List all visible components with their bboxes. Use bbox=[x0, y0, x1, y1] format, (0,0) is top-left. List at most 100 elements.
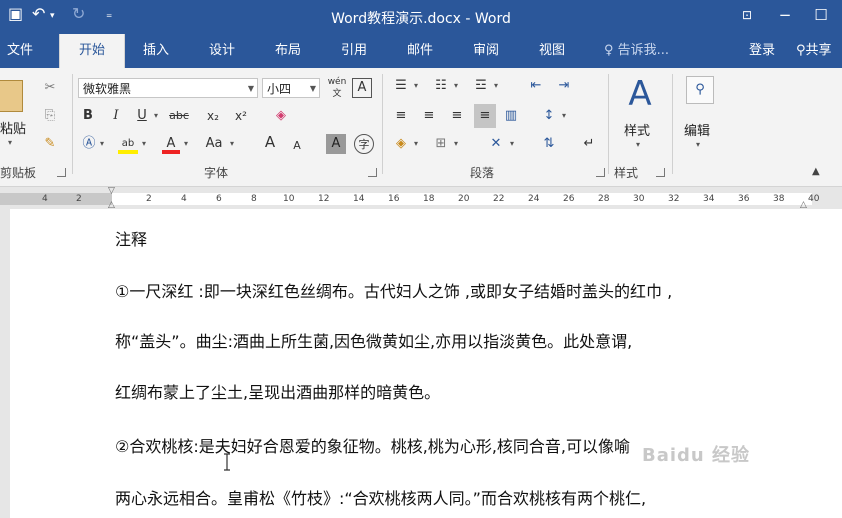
ruler-number: 32 bbox=[668, 194, 680, 204]
char-border-button[interactable]: A bbox=[352, 78, 372, 98]
chevron-down-icon[interactable]: ▾ bbox=[152, 106, 160, 126]
show-marks-icon[interactable]: ↵ bbox=[580, 134, 598, 154]
chevron-down-icon[interactable]: ▾ bbox=[182, 134, 190, 154]
tab-layout[interactable]: 布局 bbox=[264, 34, 312, 68]
ruler-number: 20 bbox=[458, 194, 470, 204]
minimize-icon[interactable]: − bbox=[772, 4, 798, 26]
ribbon-display-icon[interactable]: ⊡ bbox=[734, 4, 760, 26]
phonetic-guide-button[interactable]: wén 文 bbox=[326, 76, 348, 99]
document-line[interactable]: 称“盖头”。曲尘:酒曲上所生菌,因色微黄如尘,亦用以指淡黄色。此处意谓, bbox=[115, 328, 632, 352]
styles-launcher-icon[interactable] bbox=[656, 168, 665, 177]
line-spacing-icon[interactable]: ↕ bbox=[540, 106, 558, 126]
shrink-font-button[interactable]: A bbox=[290, 136, 304, 156]
align-center-icon[interactable]: ≡ bbox=[420, 106, 438, 126]
tab-insert[interactable]: 插入 bbox=[132, 34, 180, 68]
superscript-button[interactable]: x² bbox=[232, 106, 250, 126]
clear-formatting-icon[interactable]: ◈ bbox=[270, 106, 292, 126]
share-button[interactable]: ⚲共享 bbox=[796, 34, 842, 68]
font-name-combo[interactable]: 微软雅黑 ▼ bbox=[78, 78, 258, 98]
chevron-down-icon[interactable]: ▾ bbox=[140, 134, 148, 154]
tab-design[interactable]: 设计 bbox=[198, 34, 246, 68]
chevron-down-icon[interactable]: ▾ bbox=[412, 76, 420, 96]
font-color-icon[interactable]: A bbox=[162, 134, 180, 154]
text-effects-icon[interactable]: Ⓐ bbox=[80, 134, 98, 154]
distributed-icon[interactable]: ▥ bbox=[502, 106, 520, 126]
styles-button[interactable]: 样式 bbox=[624, 120, 650, 139]
paste-icon[interactable] bbox=[0, 80, 23, 112]
align-left-icon[interactable]: ≡ bbox=[392, 106, 410, 126]
ruler-number: 22 bbox=[493, 194, 505, 204]
document-line[interactable]: 两心永远相合。皇甫松《竹枝》:“合欢桃核两人同。”而合欢桃核有两个桃仁, bbox=[115, 485, 646, 509]
ruler-number: 38 bbox=[773, 194, 785, 204]
tab-review[interactable]: 审阅 bbox=[462, 34, 510, 68]
document-line[interactable]: 红绸布蒙上了尘土,呈现出酒曲那样的暗黄色。 bbox=[115, 379, 440, 403]
change-case-button[interactable]: Aa bbox=[202, 134, 226, 154]
increase-indent-icon[interactable]: ⇥ bbox=[554, 76, 574, 96]
document-line[interactable]: ②合欢桃核:是夫妇好合恩爱的象征物。桃核,桃为心形,核同合音,可以像喻 bbox=[115, 433, 630, 457]
grow-font-button[interactable]: A bbox=[262, 132, 278, 152]
tab-view[interactable]: 视图 bbox=[528, 34, 576, 68]
paragraph-launcher-icon[interactable] bbox=[596, 168, 605, 177]
chevron-down-icon[interactable]: ▾ bbox=[508, 134, 516, 154]
tab-mailings[interactable]: 邮件 bbox=[396, 34, 444, 68]
borders-icon[interactable]: ⊞ bbox=[432, 134, 450, 154]
chevron-down-icon[interactable]: ▾ bbox=[560, 106, 568, 126]
chevron-down-icon[interactable]: ▾ bbox=[98, 134, 106, 154]
collapse-ribbon-icon[interactable]: ▲ bbox=[812, 166, 820, 177]
chevron-down-icon[interactable]: ▾ bbox=[228, 134, 236, 154]
paste-dropdown-icon[interactable]: ▾ bbox=[8, 138, 12, 147]
search-icon[interactable]: ⚲ bbox=[686, 76, 714, 104]
justify-icon[interactable]: ≡ bbox=[474, 104, 496, 128]
cut-icon[interactable]: ✂ bbox=[40, 78, 60, 98]
horizontal-ruler[interactable]: 4 2 2 4 6 8 10 12 14 16 18 20 22 24 26 2… bbox=[0, 187, 842, 210]
chinese-layout-icon[interactable]: ✕ bbox=[486, 134, 506, 154]
title-bar: ▣ ↶ ▾ ↻ ₌ Word教程演示.docx - Word ⊡ − ☐ bbox=[0, 0, 842, 34]
paste-label[interactable]: 粘贴 bbox=[0, 118, 26, 137]
bold-button[interactable]: B bbox=[80, 106, 96, 126]
sort-icon[interactable]: ⇅ bbox=[540, 134, 558, 154]
chevron-down-icon[interactable]: ▾ bbox=[636, 140, 640, 149]
font-launcher-icon[interactable] bbox=[368, 168, 377, 177]
tell-me-box[interactable]: ♀ 告诉我... bbox=[604, 34, 694, 68]
strikethrough-button[interactable]: abc bbox=[164, 106, 194, 126]
tab-home[interactable]: 开始 bbox=[59, 34, 125, 68]
decrease-indent-icon[interactable]: ⇤ bbox=[526, 76, 546, 96]
format-painter-icon[interactable]: ✎ bbox=[40, 134, 60, 154]
document-page[interactable] bbox=[10, 209, 842, 518]
chevron-down-icon[interactable]: ▾ bbox=[492, 76, 500, 96]
styles-icon[interactable]: A bbox=[620, 74, 660, 114]
group-divider bbox=[672, 74, 673, 174]
shading-icon[interactable]: ◈ bbox=[392, 134, 410, 154]
align-right-icon[interactable]: ≡ bbox=[448, 106, 466, 126]
numbering-icon[interactable]: ☷ bbox=[432, 76, 450, 96]
enclose-char-button[interactable]: 字 bbox=[354, 134, 374, 154]
baidu-watermark: Baidu 经验 bbox=[642, 445, 751, 466]
chevron-down-icon[interactable]: ▾ bbox=[696, 140, 700, 149]
subscript-button[interactable]: x₂ bbox=[204, 106, 222, 126]
multilevel-list-icon[interactable]: ☲ bbox=[472, 76, 490, 96]
italic-button[interactable]: I bbox=[108, 106, 124, 126]
bullets-icon[interactable]: ☰ bbox=[392, 76, 410, 96]
lightbulb-icon: ♀ bbox=[604, 43, 614, 58]
char-shading-button[interactable]: A bbox=[326, 134, 346, 154]
signin-link[interactable]: 登录 bbox=[740, 34, 784, 68]
document-heading[interactable]: 注释 bbox=[115, 226, 147, 250]
ruler-number: 36 bbox=[738, 194, 750, 204]
font-size-combo[interactable]: 小四 ▼ bbox=[262, 78, 320, 98]
highlight-icon[interactable]: ab bbox=[118, 134, 138, 154]
share-label: 共享 bbox=[805, 43, 832, 58]
first-line-indent-marker[interactable]: ▽ bbox=[108, 187, 115, 196]
maximize-icon[interactable]: ☐ bbox=[808, 4, 834, 26]
underline-button[interactable]: U bbox=[134, 106, 150, 126]
editing-button[interactable]: 编辑 bbox=[684, 120, 710, 139]
vertical-ruler[interactable] bbox=[0, 209, 10, 518]
clipboard-launcher-icon[interactable] bbox=[57, 168, 66, 177]
chevron-down-icon[interactable]: ▾ bbox=[452, 134, 460, 154]
document-line[interactable]: ①一尺深红 :即一块深红色丝绸布。古代妇人之饰 ,或即女子结婚时盖头的红巾 , bbox=[115, 278, 672, 302]
chevron-down-icon[interactable]: ▾ bbox=[452, 76, 460, 96]
tab-references[interactable]: 引用 bbox=[330, 34, 378, 68]
copy-icon[interactable]: ⎘ bbox=[40, 106, 60, 126]
paragraph-group-label: 段落 bbox=[470, 166, 495, 180]
tab-file[interactable]: 文件 bbox=[0, 34, 40, 68]
chevron-down-icon[interactable]: ▾ bbox=[412, 134, 420, 154]
